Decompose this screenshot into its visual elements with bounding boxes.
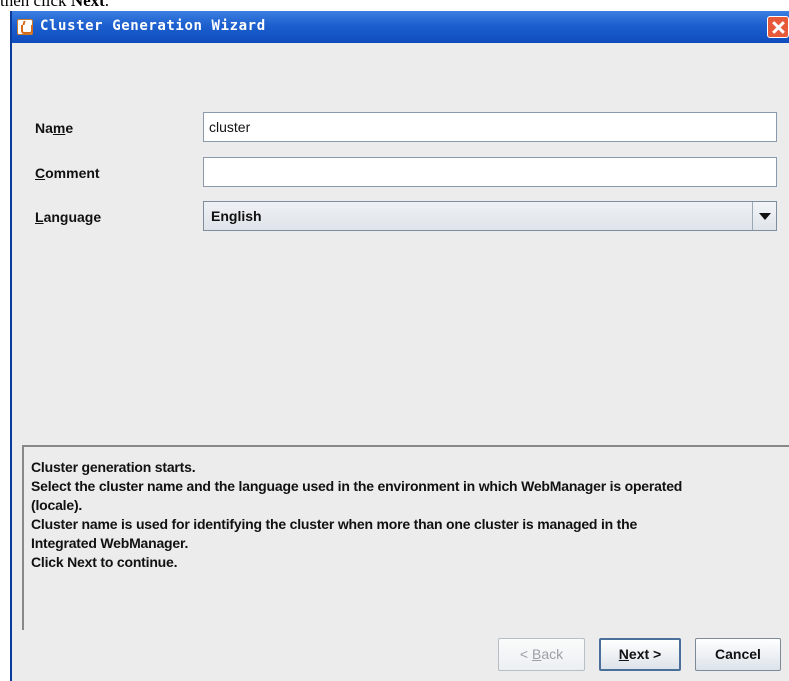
language-label-post: anguage — [43, 209, 102, 225]
document-text-prefix: then click — [0, 0, 71, 10]
back-label-mnemonic: B — [531, 646, 542, 662]
description-line: (locale). — [31, 497, 83, 513]
comment-input[interactable] — [203, 157, 777, 187]
name-label: Name — [35, 120, 73, 136]
window-title: Cluster Generation Wizard — [40, 18, 266, 34]
document-instruction-text: then click Next. — [0, 0, 109, 11]
comment-label-post: omment — [45, 165, 100, 181]
language-label: Language — [35, 209, 101, 225]
next-button[interactable]: Next > — [599, 638, 681, 671]
next-label-post: ext > — [628, 646, 662, 662]
back-button[interactable]: < Back — [498, 638, 585, 671]
document-text-suffix: . — [104, 0, 110, 10]
document-text-bold: Next — [70, 0, 105, 10]
name-label-pre: Na — [35, 120, 53, 136]
description-line: Click Next to continue. — [31, 554, 178, 570]
wizard-window: Cluster Generation Wizard Name cluster C… — [10, 11, 789, 681]
back-label-pre: < — [519, 646, 532, 662]
title-bar[interactable]: Cluster Generation Wizard — [12, 11, 789, 43]
name-label-post: e — [65, 120, 74, 136]
description-line: Select the cluster name and the language… — [31, 478, 683, 494]
name-input[interactable]: cluster — [203, 112, 777, 142]
close-icon[interactable] — [767, 16, 789, 38]
back-label-post: ack — [541, 646, 564, 662]
name-label-mnemonic: m — [52, 120, 66, 136]
language-label-mnemonic: L — [35, 209, 44, 225]
description-panel: Cluster generation starts. Select the cl… — [22, 445, 789, 630]
description-line: Cluster name is used for identifying the… — [31, 516, 638, 532]
comment-label-mnemonic: C — [35, 165, 46, 181]
chevron-down-icon[interactable] — [752, 202, 776, 230]
cancel-button[interactable]: Cancel — [695, 638, 781, 671]
java-app-icon — [17, 19, 33, 35]
description-line: Cluster generation starts. — [31, 459, 196, 475]
description-line: Integrated WebManager. — [31, 535, 189, 551]
comment-label: Comment — [35, 165, 100, 181]
language-selected-value: English — [211, 208, 262, 224]
next-label-mnemonic: N — [618, 646, 629, 662]
language-select[interactable]: English — [203, 201, 777, 231]
